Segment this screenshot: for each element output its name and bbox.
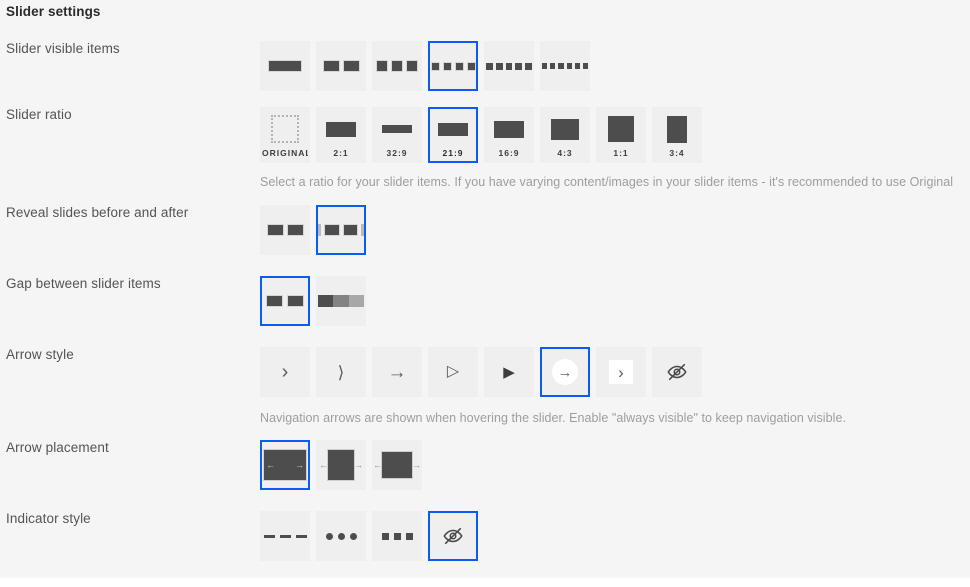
option-ratio-16-9[interactable]: 16:9 <box>484 107 534 163</box>
preview-ratio-16-9 <box>486 113 532 145</box>
option-ratio-2-1[interactable]: 2:1 <box>316 107 366 163</box>
chevron-square-icon: › <box>609 360 633 384</box>
ratio-label: 3:4 <box>669 148 685 158</box>
ratio-label: 2:1 <box>333 148 349 158</box>
row-label-indicator-style: Indicator style <box>6 511 91 526</box>
slider-settings-panel: Slider settings Slider visible items Sli… <box>0 0 970 578</box>
preview-reveal-on <box>318 224 364 236</box>
preview-four-items <box>430 61 476 71</box>
arrow-style-options: › ⟩ → ▷ ▶ → › <box>260 347 702 397</box>
option-indicator-dots[interactable] <box>316 511 366 561</box>
preview-ratio-original <box>262 113 308 145</box>
option-chevron-thin-icon[interactable]: › <box>260 347 310 397</box>
option-arrows-edge[interactable]: ← → <box>316 440 366 490</box>
arrow-circle-chip: → <box>552 359 578 385</box>
option-one-item[interactable] <box>260 41 310 91</box>
option-arrow-right-icon[interactable]: → <box>372 347 422 397</box>
preview-ratio-1-1 <box>598 113 644 145</box>
row-label-visible-items: Slider visible items <box>6 41 120 56</box>
preview-indicator-dots <box>325 532 357 540</box>
option-ratio-1-1[interactable]: 1:1 <box>596 107 646 163</box>
gap-options <box>260 276 366 326</box>
triangle-filled-icon: ▶ <box>503 363 515 381</box>
option-reveal-on[interactable] <box>316 205 366 255</box>
triangle-outline-icon: ▷ <box>446 363 460 380</box>
ratio-label: 16:9 <box>498 148 520 158</box>
option-gap-on[interactable] <box>260 276 310 326</box>
preview-reveal-off <box>262 224 308 236</box>
chevron-square-chip: › <box>609 360 633 384</box>
preview-five-items <box>486 62 532 70</box>
ratio-label: 4:3 <box>557 148 573 158</box>
ratio-label: ORIGINAL <box>262 148 310 158</box>
option-chevron-square-icon[interactable]: › <box>596 347 646 397</box>
preview-three-items <box>374 60 420 72</box>
preview-ratio-4-3 <box>542 113 588 145</box>
page-title: Slider settings <box>6 4 101 19</box>
preview-ratio-32-9 <box>374 113 420 145</box>
option-chevron-curved-icon[interactable]: ⟩ <box>316 347 366 397</box>
option-triangle-filled-icon[interactable]: ▶ <box>484 347 534 397</box>
option-arrows-outside[interactable]: ← → <box>372 440 422 490</box>
preview-gap-off <box>318 295 364 307</box>
option-four-items[interactable] <box>428 41 478 91</box>
preview-ratio-3-4 <box>654 113 700 145</box>
option-six-items[interactable] <box>540 41 590 91</box>
preview-arrows-inside: ← → <box>263 449 307 481</box>
preview-ratio-21-9 <box>430 113 476 145</box>
preview-arrows-edge: ← → <box>319 449 363 481</box>
reveal-slides-options <box>260 205 366 255</box>
option-indicator-squares[interactable] <box>372 511 422 561</box>
row-label-reveal-slides: Reveal slides before and after <box>6 205 189 220</box>
option-indicator-hidden[interactable] <box>428 511 478 561</box>
eye-off-icon <box>666 361 688 383</box>
row-label-gap: Gap between slider items <box>6 276 161 291</box>
option-ratio-32-9[interactable]: 32:9 <box>372 107 422 163</box>
option-gap-off[interactable] <box>316 276 366 326</box>
row-label-arrow-style: Arrow style <box>6 347 74 362</box>
chevron-curved-icon: ⟩ <box>337 362 345 382</box>
option-five-items[interactable] <box>484 41 534 91</box>
option-ratio-original[interactable]: ORIGINAL <box>260 107 310 163</box>
preview-indicator-dashes <box>263 534 307 538</box>
row-label-arrow-placement: Arrow placement <box>6 440 109 455</box>
chevron-thin-icon: › <box>281 361 289 383</box>
arrow-circle-icon: → <box>552 359 578 385</box>
arrow-placement-options: ← → ← → ← → <box>260 440 422 490</box>
option-reveal-off[interactable] <box>260 205 310 255</box>
ratio-label: 21:9 <box>442 148 464 158</box>
preview-ratio-2-1 <box>318 113 364 145</box>
slider-ratio-options: ORIGINAL 2:1 32:9 21:9 16:9 4:3 1:1 3:4 <box>260 107 702 163</box>
option-eye-off-icon[interactable] <box>652 347 702 397</box>
option-three-items[interactable] <box>372 41 422 91</box>
visible-items-options <box>260 41 590 91</box>
arrow-right-icon: → <box>387 361 407 383</box>
option-arrows-inside[interactable]: ← → <box>260 440 310 490</box>
preview-gap-on <box>262 295 308 307</box>
slider-ratio-helper-text: Select a ratio for your slider items. If… <box>260 175 954 189</box>
indicator-style-options <box>260 511 478 561</box>
option-triangle-outline-icon[interactable]: ▷ <box>428 347 478 397</box>
option-ratio-4-3[interactable]: 4:3 <box>540 107 590 163</box>
preview-two-items <box>318 60 364 72</box>
preview-arrows-outside: ← → <box>374 449 420 481</box>
option-indicator-dashes[interactable] <box>260 511 310 561</box>
option-two-items[interactable] <box>316 41 366 91</box>
preview-one-item <box>262 60 308 72</box>
preview-indicator-squares <box>381 532 413 540</box>
option-ratio-21-9[interactable]: 21:9 <box>428 107 478 163</box>
preview-six-items <box>542 63 588 69</box>
ratio-label: 32:9 <box>386 148 408 158</box>
arrow-style-helper-text: Navigation arrows are shown when hoverin… <box>260 411 846 425</box>
row-label-slider-ratio: Slider ratio <box>6 107 72 122</box>
eye-off-icon <box>442 525 464 547</box>
option-ratio-3-4[interactable]: 3:4 <box>652 107 702 163</box>
option-arrow-circle-icon[interactable]: → <box>540 347 590 397</box>
ratio-label: 1:1 <box>613 148 629 158</box>
